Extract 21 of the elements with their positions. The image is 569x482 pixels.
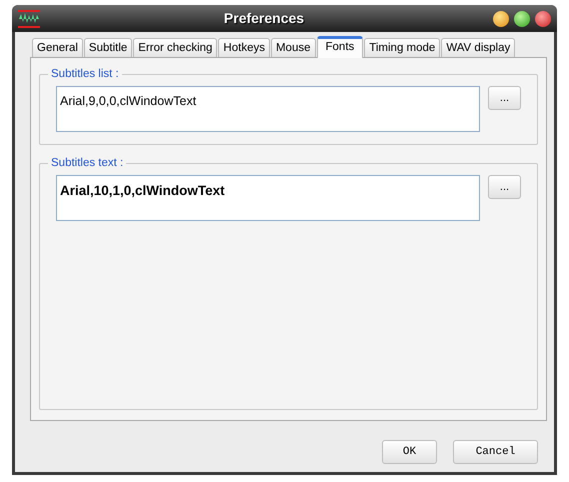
tab[interactable]: WAV display: [441, 38, 516, 57]
maximize-button[interactable]: [514, 10, 530, 26]
tab[interactable]: Mouse: [270, 38, 316, 57]
font-field[interactable]: Arial,9,0,0,clWindowText: [56, 86, 480, 132]
browse-button[interactable]: ...: [488, 175, 521, 199]
tab[interactable]: Timing mode: [364, 38, 440, 57]
group-label: Subtitles text :: [50, 157, 124, 169]
tab[interactable]: Fonts: [316, 36, 364, 58]
close-button[interactable]: [535, 10, 551, 26]
browse-button[interactable]: ...: [488, 86, 521, 110]
group-label: Subtitles list :: [50, 68, 120, 80]
ok-button[interactable]: OK: [382, 440, 437, 464]
cancel-button[interactable]: Cancel: [453, 440, 538, 464]
font-field[interactable]: Arial,10,1,0,clWindowText: [56, 175, 480, 221]
window-title: Preferences: [222, 9, 306, 28]
tab[interactable]: Hotkeys: [218, 38, 270, 57]
minimize-button[interactable]: [493, 10, 509, 26]
tab[interactable]: General: [32, 38, 83, 57]
tab[interactable]: Subtitle: [84, 38, 132, 57]
waveform-icon: [18, 8, 40, 28]
tab[interactable]: Error checking: [133, 38, 218, 57]
